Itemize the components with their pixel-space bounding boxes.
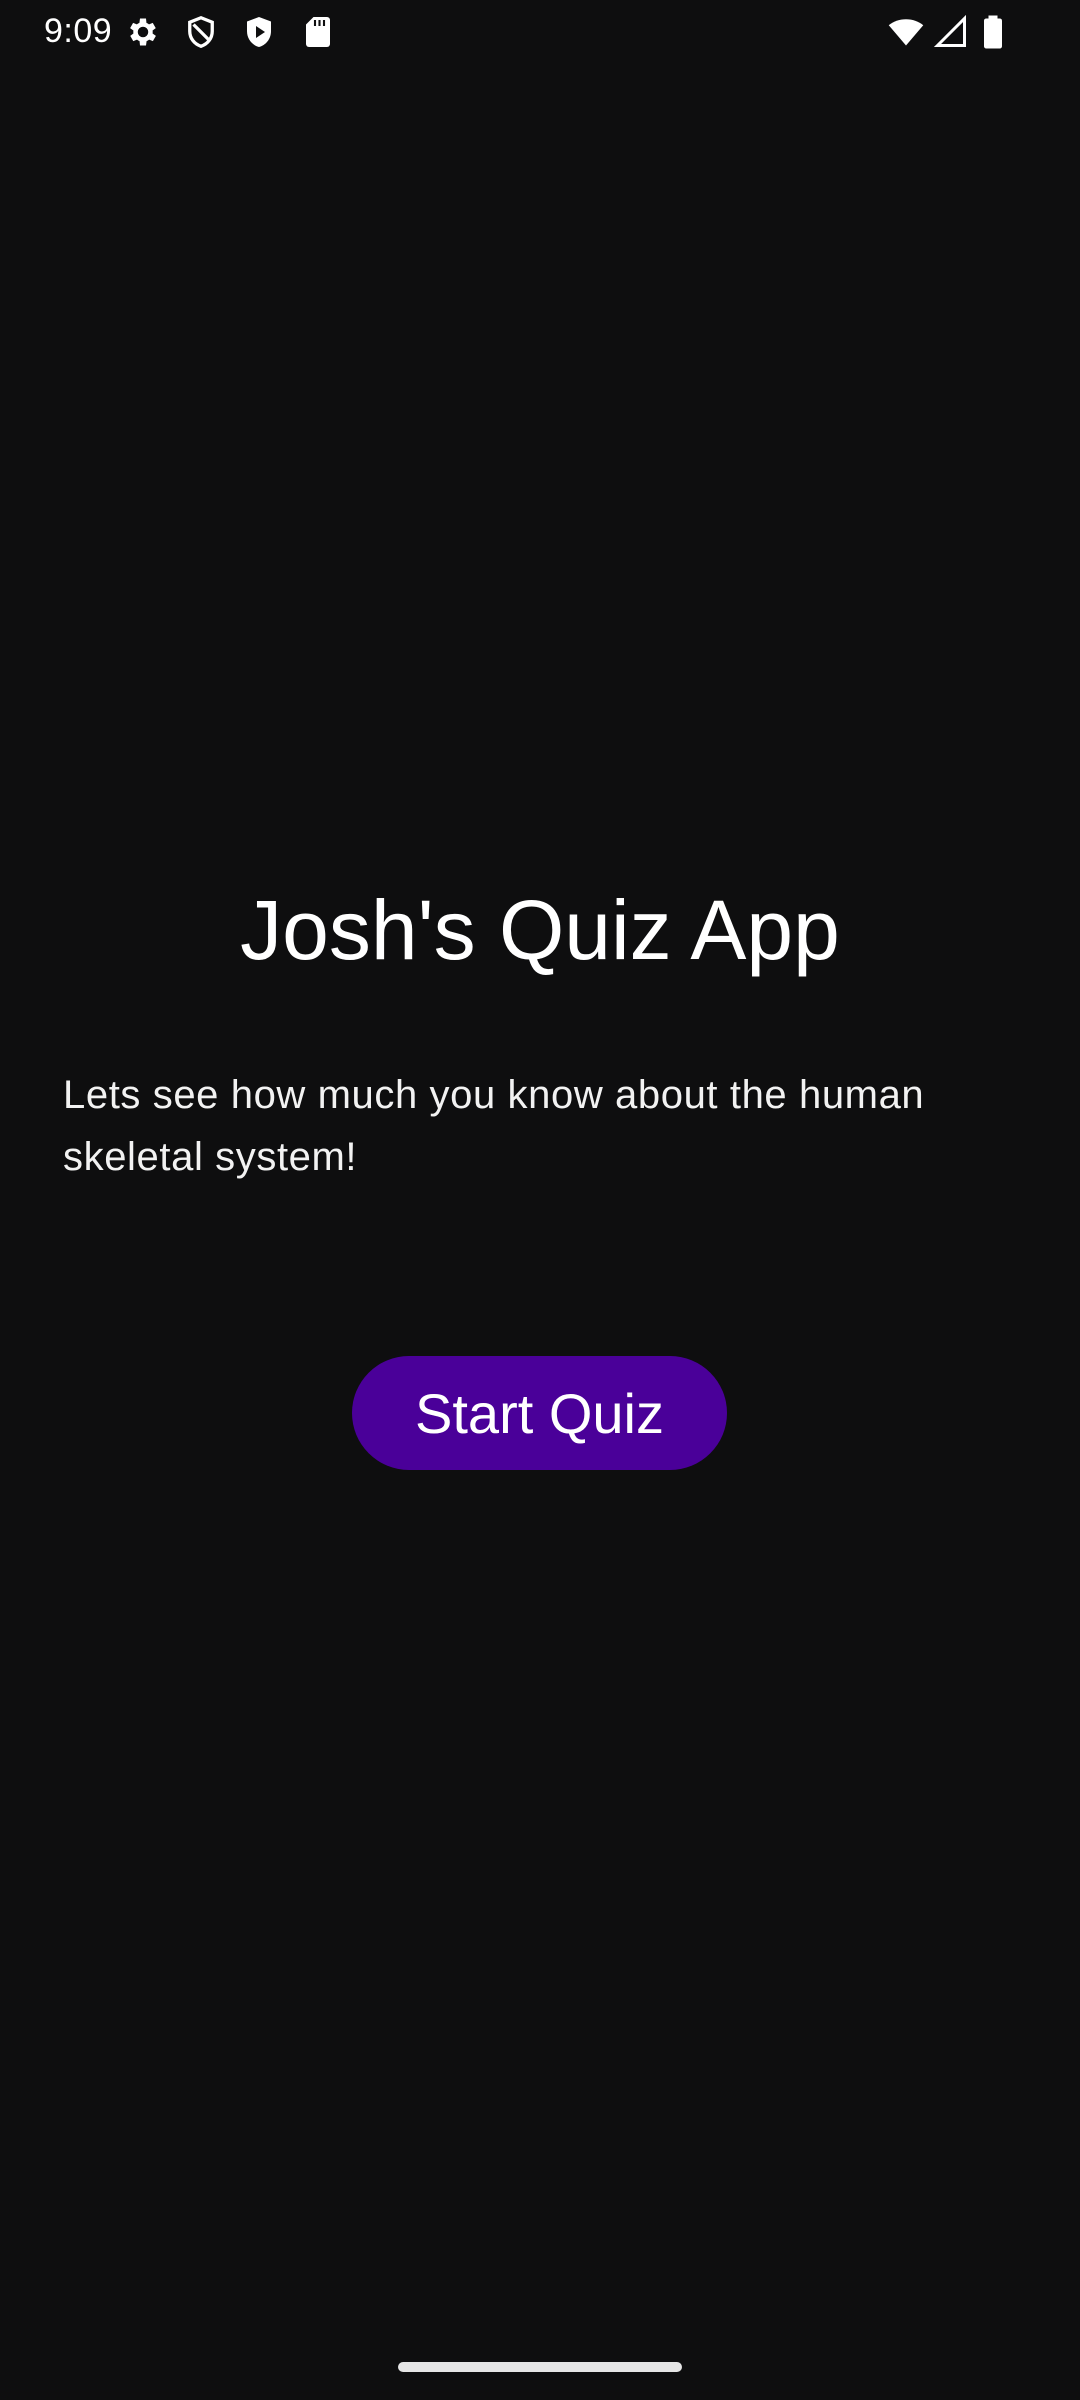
start-quiz-button[interactable]: Start Quiz bbox=[352, 1356, 727, 1470]
cell-signal-icon bbox=[933, 14, 969, 50]
status-bar: 9:09 bbox=[0, 0, 1080, 64]
status-time: 9:09 bbox=[44, 12, 113, 50]
play-shield-icon bbox=[241, 14, 277, 50]
battery-icon bbox=[978, 14, 1008, 50]
app-screen: 9:09 Josh's Quiz App Lets see how much y… bbox=[0, 0, 1080, 2400]
gesture-nav-handle[interactable] bbox=[398, 2362, 682, 2372]
app-title: Josh's Quiz App bbox=[240, 883, 840, 977]
sd-card-icon bbox=[300, 14, 336, 50]
intro-description: Lets see how much you know about the hum… bbox=[63, 1073, 925, 1179]
wifi-icon bbox=[888, 14, 924, 50]
gear-icon bbox=[125, 14, 161, 50]
shield-icon bbox=[183, 14, 219, 50]
